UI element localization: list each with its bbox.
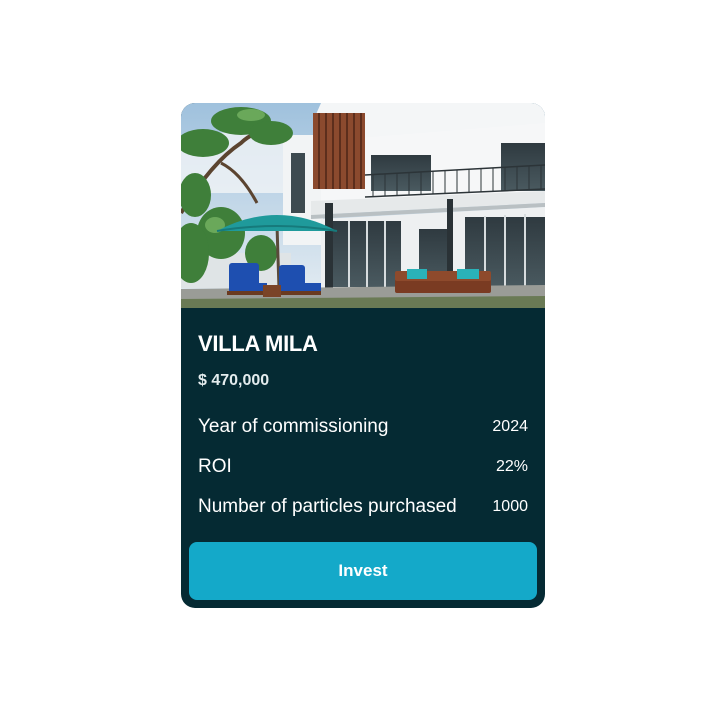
detail-value: 2024 <box>492 418 528 435</box>
property-price: $ 470,000 <box>198 372 270 389</box>
property-card[interactable]: VILLA MILA $ 470,000 Year of commissioni… <box>181 103 545 608</box>
detail-label: ROI <box>198 456 232 477</box>
villa-illustration <box>181 103 545 308</box>
detail-label: Number of particles purchased <box>198 496 457 517</box>
detail-value: 22% <box>495 458 528 475</box>
detail-label: Year of commissioning <box>198 416 389 437</box>
detail-row-year: Year of commissioning 2024 <box>198 415 528 439</box>
property-title: VILLA MILA <box>198 331 318 356</box>
detail-value: 1000 <box>492 498 528 515</box>
invest-button[interactable]: Invest <box>189 542 537 600</box>
detail-row-particles: Number of particles purchased 1000 <box>198 495 528 519</box>
property-photo <box>181 103 545 308</box>
detail-row-roi: ROI 22% <box>198 455 528 479</box>
